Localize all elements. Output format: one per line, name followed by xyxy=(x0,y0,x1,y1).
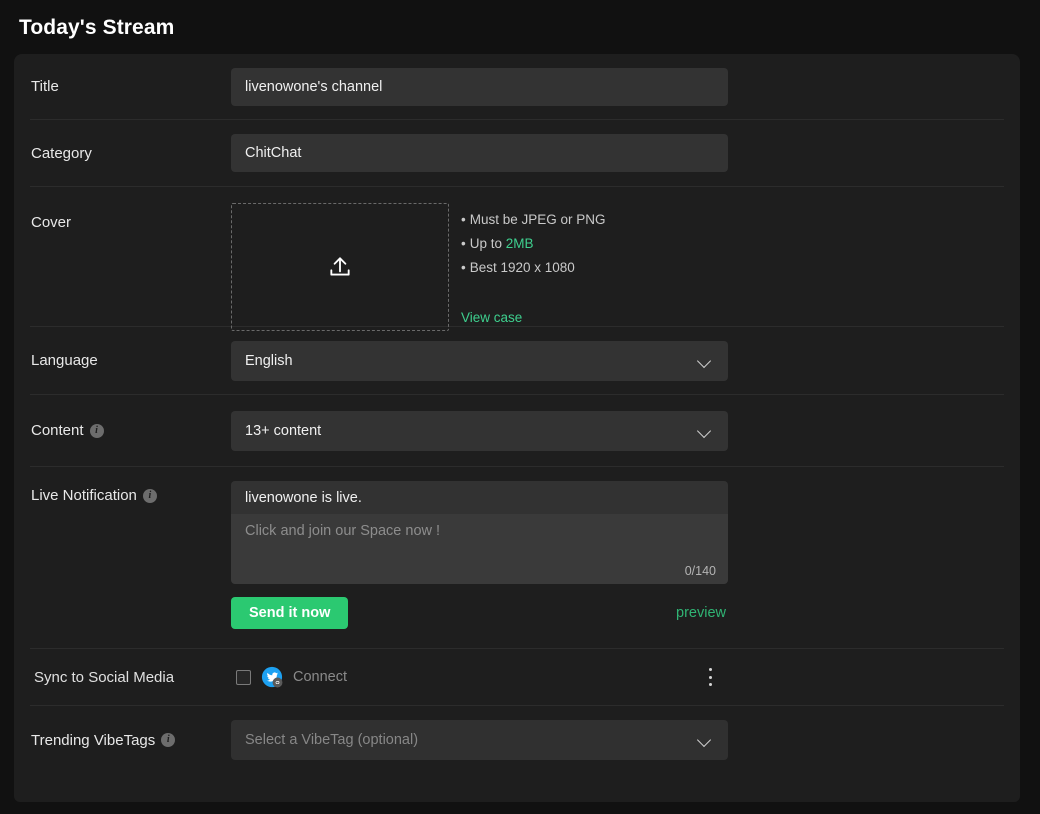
form-row-category: Category ChitChat xyxy=(30,120,1004,187)
sync-social-controls: Connect xyxy=(231,666,1004,688)
info-icon[interactable]: i xyxy=(142,488,157,503)
form-row-language: Language English xyxy=(30,327,1004,395)
category-label-text: Category xyxy=(31,144,92,162)
cover-note-format: • Must be JPEG or PNG xyxy=(461,208,606,232)
live-notification-headline: livenowone is live. xyxy=(231,481,728,514)
form-row-title: Title livenowone's channel xyxy=(30,54,1004,120)
cover-note-format-text: Must be JPEG or PNG xyxy=(469,212,606,227)
upload-icon xyxy=(330,257,350,276)
stream-settings-card: Title livenowone's channel Category Chit… xyxy=(14,54,1020,802)
trending-vibetags-label-text: Trending VibeTags xyxy=(31,731,156,749)
page-header: Today's Stream xyxy=(0,0,1040,54)
page-root: Today's Stream Title livenowone's channe… xyxy=(0,0,1040,814)
content-rating-value: 13+ content xyxy=(245,422,322,439)
sync-social-label: Sync to Social Media xyxy=(30,669,231,686)
chevron-down-icon xyxy=(698,424,712,438)
cover-note-size-value: 2MB xyxy=(505,236,534,251)
cover-note-size-prefix: Up to xyxy=(469,236,506,251)
form-row-sync-social: Sync to Social Media Connect xyxy=(30,649,1004,706)
cover-wrap: • Must be JPEG or PNG • Up to 2MB • Best 19… xyxy=(231,203,1004,331)
view-case-link[interactable]: View case xyxy=(461,310,606,325)
page-title: Today's Stream xyxy=(19,16,175,39)
chevron-down-icon xyxy=(698,733,712,747)
cover-label: Cover xyxy=(30,203,231,231)
content-label-text: Content xyxy=(31,422,84,439)
sync-social-label-text: Sync to Social Media xyxy=(34,668,175,686)
content-rating-select[interactable]: 13+ content xyxy=(231,410,728,451)
cover-note-dimensions: • Best 1920 x 1080 xyxy=(461,256,606,280)
title-label: Title xyxy=(30,78,231,95)
live-notification-actions: Send it now preview xyxy=(231,597,728,629)
info-icon[interactable]: i xyxy=(89,423,104,438)
kebab-dot xyxy=(708,675,712,679)
category-field-wrap: ChitChat xyxy=(231,134,1004,172)
kebab-menu-icon[interactable] xyxy=(702,668,718,686)
language-field-wrap: English xyxy=(231,340,1004,381)
twitter-icon-svg xyxy=(261,666,283,688)
bullet-icon: • xyxy=(461,236,466,251)
trending-vibetags-select[interactable]: Select a VibeTag (optional) xyxy=(231,720,728,760)
content-label: Content i xyxy=(30,422,231,439)
chevron-down-icon xyxy=(698,354,712,368)
form-row-cover: Cover • Must be JPEG or PNG • Up to 2MB … xyxy=(30,187,1004,331)
bullet-icon: • xyxy=(461,260,466,275)
live-notification-label-text: Live Notification xyxy=(31,487,137,504)
live-notification-label: Live Notification i xyxy=(30,481,231,504)
send-it-now-button[interactable]: Send it now xyxy=(231,597,349,629)
language-select-value: English xyxy=(245,352,293,369)
cover-requirements: • Must be JPEG or PNG • Up to 2MB • Best 19… xyxy=(461,203,606,331)
language-label-text: Language xyxy=(31,352,98,369)
live-notification-placeholder: Click and join our Space now ! xyxy=(245,523,441,539)
title-field-wrap: livenowone's channel xyxy=(231,67,1004,106)
bullet-icon: • xyxy=(461,212,466,227)
kebab-dot xyxy=(708,668,712,671)
form-row-live-notification: Live Notification i livenowone is live. … xyxy=(30,467,1004,649)
cover-label-text: Cover xyxy=(31,214,72,231)
connect-label[interactable]: Connect xyxy=(293,669,347,685)
character-counter: 0/140 xyxy=(684,564,716,578)
category-label: Category xyxy=(30,145,231,162)
content-field-wrap: 13+ content xyxy=(231,410,1004,451)
trending-vibetags-field-wrap: Select a VibeTag (optional) xyxy=(231,720,1004,760)
preview-link[interactable]: preview xyxy=(676,605,728,621)
trending-vibetags-label: Trending VibeTags i xyxy=(30,732,231,749)
cover-note-size: • Up to 2MB xyxy=(461,232,606,256)
sync-social-field-wrap: Connect xyxy=(231,666,1004,688)
language-select[interactable]: English xyxy=(231,340,728,381)
sync-social-checkbox[interactable] xyxy=(236,669,251,685)
cover-field-wrap: • Must be JPEG or PNG • Up to 2MB • Best 19… xyxy=(231,203,1004,331)
cover-upload-dropzone[interactable] xyxy=(231,203,449,331)
form-row-content: Content i 13+ content xyxy=(30,395,1004,467)
form-row-trending-vibetags: Trending VibeTags i Select a VibeTag (op… xyxy=(30,706,1004,774)
twitter-icon[interactable] xyxy=(261,666,283,688)
title-input[interactable]: livenowone's channel xyxy=(231,67,728,106)
cover-note-dimensions-text: Best 1920 x 1080 xyxy=(469,260,575,275)
language-label: Language xyxy=(30,352,231,369)
trending-vibetags-placeholder: Select a VibeTag (optional) xyxy=(245,732,419,748)
title-label-text: Title xyxy=(31,78,59,95)
category-input[interactable]: ChitChat xyxy=(231,134,728,172)
kebab-dot xyxy=(708,683,712,686)
info-icon[interactable]: i xyxy=(161,733,176,747)
live-notification-field-wrap: livenowone is live. Click and join our S… xyxy=(231,481,1004,629)
live-notification-textarea[interactable]: Click and join our Space now ! 0/140 xyxy=(231,514,728,584)
